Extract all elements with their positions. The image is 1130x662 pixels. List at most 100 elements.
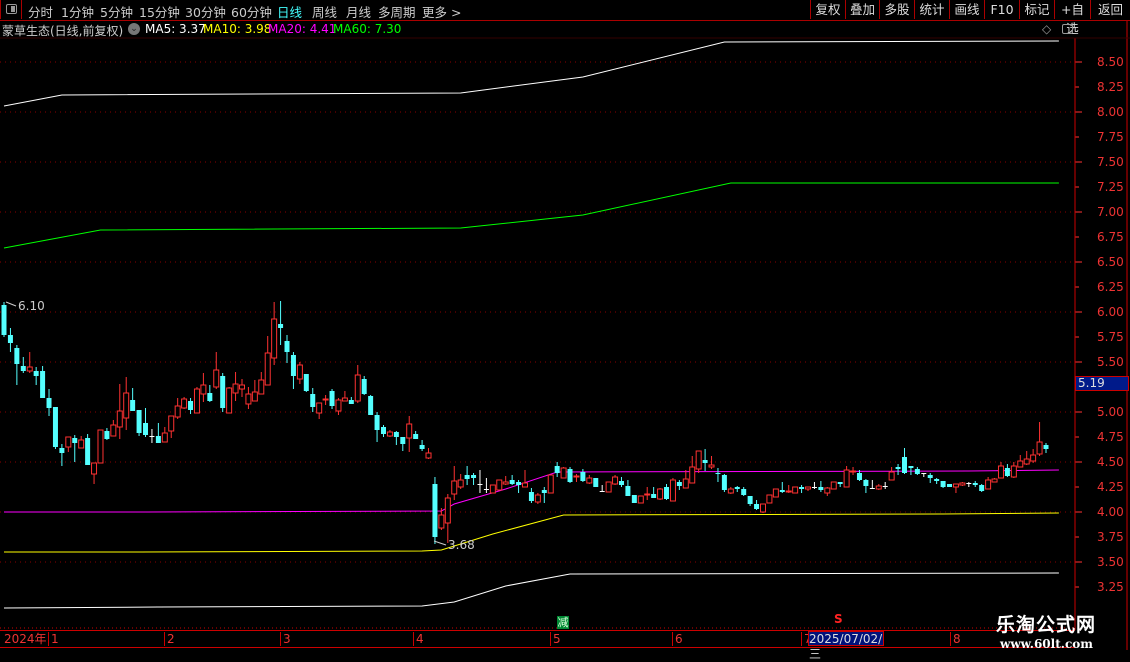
candle-body-up xyxy=(792,486,799,494)
tab-multi-period[interactable]: 多周期 xyxy=(378,2,416,21)
candle-body-down xyxy=(471,475,477,478)
period-toolbar: 分时 1分钟 5分钟 15分钟 30分钟 60分钟 日线 周线 月线 多周期 更… xyxy=(0,0,1130,36)
panel-toggle-icon[interactable] xyxy=(0,0,22,19)
statistics-button[interactable]: 统计 xyxy=(914,0,949,19)
high-arrow-icon xyxy=(5,301,17,307)
candle-body-down xyxy=(464,475,470,479)
watermark-name: 乐淘公式网 xyxy=(996,614,1097,636)
ma20-value: MA20: 4.41 xyxy=(268,22,337,36)
draw-line-button[interactable]: 画线 xyxy=(949,0,984,19)
candle-body-up xyxy=(406,423,413,439)
candlestick-chart[interactable]: 8.50 8.25 8.00 7.75 7.50 7.25 7.00 6.75 6.50 6.25… xyxy=(0,0,1130,650)
add-watchlist-button[interactable]: +自选 xyxy=(1054,0,1090,36)
year-label: 2024年 xyxy=(4,632,47,646)
candle-body-down xyxy=(329,391,335,406)
tab-fenshi[interactable]: 分时 xyxy=(28,2,53,21)
candle-body-up xyxy=(985,479,992,490)
candle-body-up xyxy=(669,479,676,502)
candle-body-up xyxy=(959,482,966,486)
ma-line xyxy=(4,512,1059,553)
ma10-value: MA10: 3.98 xyxy=(203,22,272,36)
candle-body-up xyxy=(116,410,123,428)
y-tick-label: 3.75 xyxy=(1097,530,1124,544)
candle-body-up xyxy=(354,374,361,402)
candle-body-up xyxy=(573,475,580,478)
back-button[interactable]: 返回 xyxy=(1090,0,1130,19)
y-tick-label: 3.25 xyxy=(1097,580,1124,594)
stock-title: 蒙草生态(日线,前复权) xyxy=(2,24,124,38)
tab-60min[interactable]: 60分钟 xyxy=(231,2,272,21)
candle-body-up xyxy=(502,481,509,485)
y-tick-label: 4.50 xyxy=(1097,455,1124,469)
candle-body-up xyxy=(997,465,1004,479)
candle-body-down xyxy=(59,448,65,453)
y-tick-label: 4.75 xyxy=(1097,430,1124,444)
ma60-value: MA60: 7.30 xyxy=(333,22,402,36)
candle-body-up xyxy=(341,397,348,402)
candle-body-down xyxy=(554,466,560,473)
y-tick-label: 6.00 xyxy=(1097,305,1124,319)
tab-1min[interactable]: 1分钟 xyxy=(61,2,94,21)
panel-icon[interactable] xyxy=(1062,24,1073,34)
y-tick-label: 6.50 xyxy=(1097,255,1124,269)
candle-body-up xyxy=(91,462,98,475)
mark-button[interactable]: 标记 xyxy=(1019,0,1054,19)
candle-body-up xyxy=(181,398,188,409)
candle-body-up xyxy=(824,487,831,494)
y-tick-label: 4.25 xyxy=(1097,480,1124,494)
candle-body-down xyxy=(779,490,785,492)
candle-body-down xyxy=(136,410,142,433)
month-label: 2 xyxy=(164,632,175,646)
candle-body-down xyxy=(348,400,354,404)
candle-body-down xyxy=(979,485,985,491)
y-tick-label: 7.00 xyxy=(1097,205,1124,219)
overlay-button[interactable]: 叠加 xyxy=(845,0,879,19)
candle-body-down xyxy=(914,469,920,474)
tab-30min[interactable]: 30分钟 xyxy=(185,2,226,21)
candle-body-down xyxy=(651,494,657,498)
tab-monthly[interactable]: 月线 xyxy=(346,2,371,21)
month-label: 1 xyxy=(48,632,59,646)
candle-body-up xyxy=(875,485,882,490)
restore-rights-button[interactable]: 复权 xyxy=(810,0,845,19)
f10-button[interactable]: F10 xyxy=(984,0,1019,19)
tab-15min[interactable]: 15分钟 xyxy=(139,2,180,21)
tab-5min[interactable]: 5分钟 xyxy=(100,2,133,21)
tab-daily[interactable]: 日线 xyxy=(277,2,302,21)
candle-body-down xyxy=(104,431,110,439)
candle-body-down xyxy=(567,469,573,482)
ma-line xyxy=(3,572,1059,609)
candle-body-up xyxy=(264,352,271,386)
candle-body-down xyxy=(1,305,7,335)
candle-body-down xyxy=(863,480,869,486)
y-tick-label: 7.50 xyxy=(1097,155,1124,169)
candle-body-down xyxy=(290,355,296,376)
tab-more[interactable]: 更多 > xyxy=(422,2,461,21)
tab-weekly[interactable]: 周线 xyxy=(312,2,337,21)
candle-body-down xyxy=(432,484,438,537)
candle-body-up xyxy=(78,439,85,449)
candle-body-down xyxy=(33,371,39,376)
candle-body-down xyxy=(580,472,586,481)
candle-body-up xyxy=(296,364,303,380)
candle-body-down xyxy=(631,495,637,503)
candle-body-up xyxy=(271,318,278,359)
candle-body-up xyxy=(586,477,593,484)
candle-body-up xyxy=(682,478,689,489)
candle-body-up xyxy=(322,398,329,401)
candle-body-up xyxy=(843,469,850,488)
multi-stock-button[interactable]: 多股 xyxy=(879,0,914,19)
diamond-icon[interactable]: ◇ xyxy=(1042,22,1051,36)
candle-body-down xyxy=(1043,445,1049,449)
candle-body-down xyxy=(972,483,978,485)
y-tick-label: 4.00 xyxy=(1097,505,1124,519)
candle-body-down xyxy=(40,371,46,398)
month-label: 8 xyxy=(950,632,961,646)
chevron-down-icon[interactable]: ⌄ xyxy=(128,23,140,35)
time-axis: 2024年 1 2 3 4 5 6 7 8 xyxy=(0,630,1075,648)
month-label: 3 xyxy=(280,632,291,646)
candle-body-up xyxy=(193,388,200,414)
candle-body-down xyxy=(278,324,284,328)
candle-body-up xyxy=(759,503,766,513)
y-tick-label: 6.25 xyxy=(1097,280,1124,294)
